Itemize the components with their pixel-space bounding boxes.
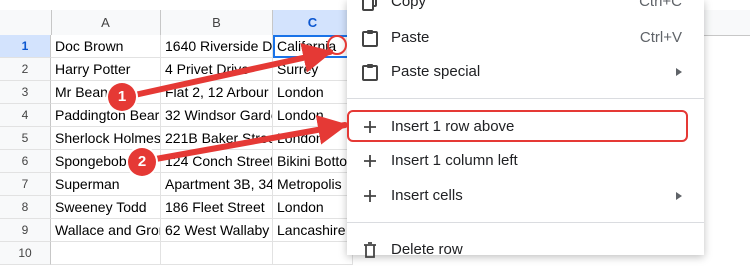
step-2-badge: 2 [128, 148, 156, 176]
annotation-arrows [127, 35, 348, 163]
arrow-2 [147, 115, 348, 163]
step-1-badge: 1 [108, 83, 136, 111]
arrow-1 [127, 43, 333, 99]
